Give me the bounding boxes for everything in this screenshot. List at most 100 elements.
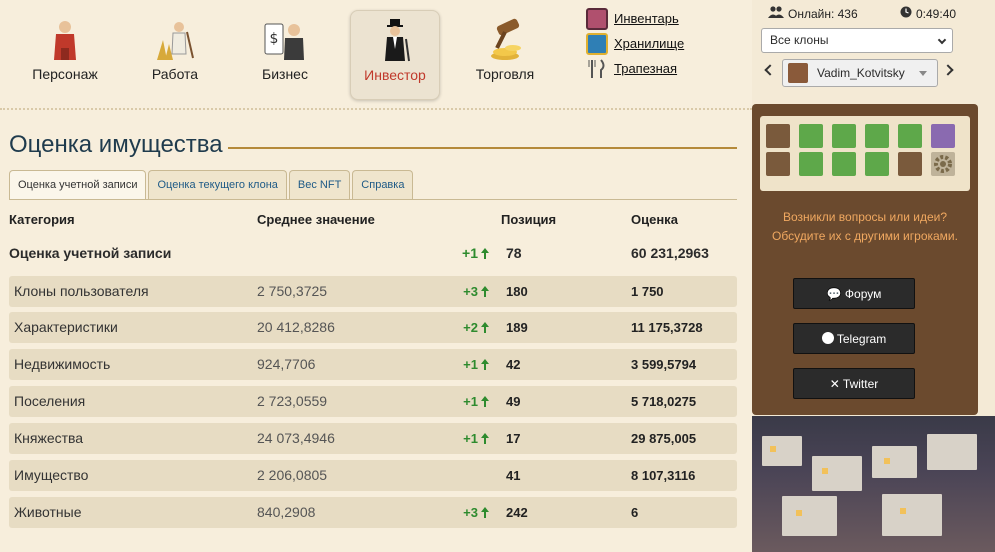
link-refectory-label[interactable]: Трапезная xyxy=(614,61,677,76)
link-inventory[interactable]: Инвентарь xyxy=(586,6,684,31)
clone-name: Vadim_Kotvitsky xyxy=(817,66,905,80)
change-value: +1 xyxy=(463,431,478,446)
prev-clone-icon[interactable] xyxy=(764,64,776,76)
users-icon xyxy=(768,6,784,21)
game-clock: 0:49:40 xyxy=(900,6,956,21)
row-position: 180 xyxy=(506,284,528,299)
window xyxy=(900,508,906,514)
row-change: +1 xyxy=(459,423,489,454)
svg-text:$: $ xyxy=(270,31,279,47)
row-category: Характеристики xyxy=(14,319,118,335)
change-value: +3 xyxy=(463,284,478,299)
table-row: Поселения 2 723,0559 +1 49 5 718,0275 xyxy=(9,386,737,417)
clone-avatar[interactable] xyxy=(898,152,922,176)
chevron-down-icon xyxy=(937,35,947,45)
right-sidebar: Онлайн: 436 0:49:40 Все клоны Vadim_Kotv… xyxy=(752,0,995,552)
row-change: +1 xyxy=(459,349,489,380)
clone-avatar[interactable] xyxy=(865,152,889,176)
gear-icon[interactable] xyxy=(931,152,955,176)
total-row: Оценка учетной записи +1 78 60 231,2963 xyxy=(9,242,737,264)
village-artwork xyxy=(752,416,995,552)
group-icon[interactable] xyxy=(931,124,955,148)
window xyxy=(796,510,802,516)
clone-avatar[interactable] xyxy=(865,124,889,148)
row-change: +1 xyxy=(459,386,489,417)
next-clone-icon[interactable] xyxy=(942,64,954,76)
link-storage[interactable]: Хранилище xyxy=(586,31,684,56)
clock-icon xyxy=(900,6,912,21)
window xyxy=(822,468,828,474)
row-category: Клоны пользователя xyxy=(14,283,149,299)
telegram-button[interactable]: Telegram xyxy=(793,323,915,354)
inventory-icon xyxy=(586,7,608,30)
forum-button[interactable]: 💬 Форум xyxy=(793,278,915,309)
total-score: 60 231,2963 xyxy=(631,245,709,261)
arrow-up-icon xyxy=(481,396,489,407)
row-score: 5 718,0275 xyxy=(631,394,697,409)
table-row: Недвижимость 924,7706 +1 42 3 599,5794 xyxy=(9,349,737,380)
clone-select[interactable]: Vadim_Kotvitsky xyxy=(782,59,938,87)
trade-icon xyxy=(483,18,527,62)
top-navigation: Персонаж Работа $ Бизнес Инвестор Торгов… xyxy=(0,0,752,104)
clone-filter-select[interactable]: Все клоны xyxy=(761,28,953,53)
nav-business[interactable]: $ Бизнес xyxy=(240,10,330,100)
nav-trade[interactable]: Торговля xyxy=(460,10,550,100)
arrow-up-icon xyxy=(481,322,489,333)
row-position: 17 xyxy=(506,431,521,446)
storage-icon xyxy=(586,32,608,55)
avatar xyxy=(788,63,808,83)
tab-help[interactable]: Справка xyxy=(352,170,414,199)
refectory-icon xyxy=(586,58,608,80)
main-content: Персонаж Работа $ Бизнес Инвестор Торгов… xyxy=(0,0,752,552)
row-average: 924,7706 xyxy=(257,356,316,372)
online-counter: Онлайн: 436 xyxy=(768,6,858,21)
tab-account-rating[interactable]: Оценка учетной записи xyxy=(9,170,147,199)
table-row: Характеристики 20 412,8286 +2 189 11 175… xyxy=(9,312,737,343)
row-change: +2 xyxy=(459,312,489,343)
table-header: Категория Среднее значение Позиция Оценк… xyxy=(9,212,737,228)
clock-time: 0:49:40 xyxy=(916,6,957,21)
arrow-up-icon xyxy=(481,433,489,444)
row-category: Имущество xyxy=(14,467,89,483)
clone-avatar[interactable] xyxy=(898,124,922,148)
link-refectory[interactable]: Трапезная xyxy=(586,56,684,81)
clone-avatar[interactable] xyxy=(766,124,790,148)
clone-avatar[interactable] xyxy=(799,124,823,148)
header-average: Среднее значение xyxy=(257,212,375,227)
forum-label: Форум xyxy=(844,287,882,301)
row-average: 840,2908 xyxy=(257,504,316,520)
page-title: Оценка имущества xyxy=(9,131,223,158)
community-panel: Возникли вопросы или идеи? Обсудите их с… xyxy=(752,104,978,415)
row-category: Поселения xyxy=(14,393,86,409)
clone-avatar[interactable] xyxy=(766,152,790,176)
nav-investor[interactable]: Инвестор xyxy=(350,10,440,100)
house xyxy=(762,436,802,466)
nav-character[interactable]: Персонаж xyxy=(20,10,110,100)
row-position: 49 xyxy=(506,394,521,409)
row-category: Недвижимость xyxy=(14,356,111,372)
nav-work[interactable]: Работа xyxy=(130,10,220,100)
change-value: +3 xyxy=(463,505,478,520)
row-score: 11 175,3728 xyxy=(631,320,703,335)
clone-avatars-grid xyxy=(760,116,970,191)
row-category: Княжества xyxy=(14,430,84,446)
row-score: 29 875,005 xyxy=(631,431,697,446)
clone-avatar[interactable] xyxy=(832,124,856,148)
title-underline xyxy=(228,147,737,149)
clone-avatar[interactable] xyxy=(799,152,823,176)
twitter-label: Twitter xyxy=(842,377,879,391)
house xyxy=(927,434,977,470)
clone-avatar[interactable] xyxy=(832,152,856,176)
link-storage-label[interactable]: Хранилище xyxy=(614,36,684,51)
header-category: Категория xyxy=(9,212,75,227)
row-average: 24 073,4946 xyxy=(257,430,335,446)
nav-label: Инвестор xyxy=(364,67,426,83)
link-inventory-label[interactable]: Инвентарь xyxy=(614,11,679,26)
work-icon xyxy=(153,18,197,62)
row-average: 2 206,0805 xyxy=(257,467,328,483)
twitter-button[interactable]: ✕ Twitter xyxy=(793,368,915,399)
nav-label: Бизнес xyxy=(262,66,308,82)
tab-clone-rating[interactable]: Оценка текущего клона xyxy=(148,170,287,199)
tab-nft-weight[interactable]: Вес NFT xyxy=(288,170,351,199)
change-value: +1 xyxy=(462,245,478,261)
